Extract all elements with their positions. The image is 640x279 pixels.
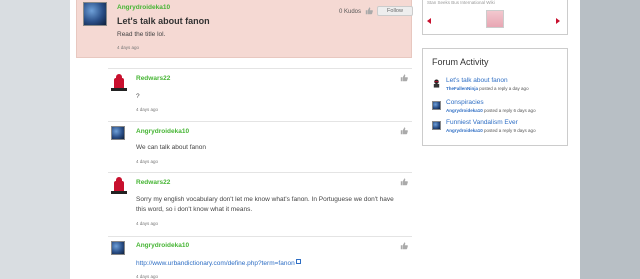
forum-activity-link[interactable]: Funniest Vandalism Ever (446, 119, 518, 126)
avatar[interactable] (111, 126, 125, 140)
reply-body-line-1: Sorry my english vocabulary don't let me… (136, 196, 394, 203)
thumbs-up-icon[interactable] (400, 127, 408, 135)
avatar[interactable] (108, 73, 130, 95)
op-username[interactable]: Angrydroideka10 (117, 4, 170, 11)
forum-activity-meta: Angrydroideka10 posted a reply 9 days ag… (446, 128, 536, 133)
avatar[interactable] (108, 176, 130, 198)
avatar[interactable] (111, 241, 125, 255)
reply-timestamp: 4 days ago (136, 221, 159, 226)
reply-body-line-2: this word, so i don't know what it means… (136, 206, 253, 213)
page: Angrydroideka10 Let's talk about fanon R… (70, 0, 580, 279)
featured-widget: Stan Seeks Bus International Wiki (422, 0, 568, 35)
ninja-avatar-icon[interactable] (432, 79, 441, 88)
thumbs-up-icon[interactable] (400, 242, 408, 250)
thumbs-up-icon[interactable] (365, 7, 373, 15)
arrow-left-icon[interactable] (427, 18, 431, 24)
reply-username[interactable]: Redwars22 (136, 179, 170, 186)
kudos-count: 0 Kudos (339, 9, 362, 15)
forum-activity-meta: TheFallenNinja posted a reply a day ago (446, 86, 529, 91)
reply-body: We can talk about fanon (136, 144, 206, 151)
forum-activity-link[interactable]: Let's talk about fanon (446, 77, 508, 84)
original-post: Angrydroideka10 Let's talk about fanon R… (76, 0, 413, 58)
reply-body: http://www.urbandictionary.com/define.ph… (136, 259, 301, 269)
forum-activity-user[interactable]: Angrydroideka10 (446, 128, 483, 133)
reply-item: Angrydroideka10 http://www.urbandictiona… (108, 236, 412, 279)
thumbs-up-icon[interactable] (400, 178, 408, 186)
reply-timestamp: 4 days ago (136, 274, 159, 279)
widget-caption: Stan Seeks Bus International Wiki (427, 0, 495, 5)
reply-timestamp: 4 days ago (136, 159, 159, 164)
forum-activity-time: posted a reply 9 days ago (484, 128, 536, 133)
forum-activity-meta: Angrydroideka10 posted a reply 6 days ag… (446, 108, 536, 113)
forum-activity-item: Conspiracies Angrydroideka10 posted a re… (432, 99, 567, 119)
arrow-right-icon[interactable] (556, 18, 560, 24)
forum-activity-module: Forum Activity Let's talk about fanon Th… (422, 48, 568, 146)
thread-title: Let's talk about fanon (117, 16, 210, 26)
forum-activity-user[interactable]: TheFallenNinja (446, 86, 478, 91)
forum-activity-user[interactable]: Angrydroideka10 (446, 108, 483, 113)
reply-timestamp: 4 days ago (136, 107, 159, 112)
reply-username[interactable]: Redwars22 (136, 75, 170, 82)
thumbs-up-icon[interactable] (400, 74, 408, 82)
forum-activity-link[interactable]: Conspiracies (446, 99, 484, 106)
external-link[interactable]: http://www.urbandictionary.com/define.ph… (136, 260, 295, 267)
op-body: Read the title lol. (117, 31, 166, 38)
globe-avatar-icon[interactable] (432, 121, 441, 130)
follow-button[interactable]: Follow (377, 6, 413, 16)
external-link-icon (295, 259, 301, 264)
avatar[interactable] (83, 2, 107, 26)
reply-username[interactable]: Angrydroideka10 (136, 242, 189, 249)
page-margin (580, 0, 640, 279)
featured-avatar[interactable] (486, 10, 504, 28)
reply-item: Redwars22 ? 4 days ago (108, 68, 412, 114)
reply-body: ? (136, 93, 140, 100)
reply-username[interactable]: Angrydroideka10 (136, 128, 189, 135)
globe-avatar-icon[interactable] (432, 101, 441, 110)
forum-activity-title: Forum Activity (432, 57, 489, 67)
op-timestamp: 4 days ago (117, 45, 140, 50)
forum-activity-time: posted a reply a day ago (479, 86, 529, 91)
forum-activity-item: Funniest Vandalism Ever Angrydroideka10 … (432, 119, 567, 139)
reply-item: Angrydroideka10 We can talk about fanon … (108, 121, 412, 167)
reply-item: Redwars22 Sorry my english vocabulary do… (108, 172, 412, 232)
forum-activity-item: Let's talk about fanon TheFallenNinja po… (432, 77, 567, 97)
forum-activity-time: posted a reply 6 days ago (484, 108, 536, 113)
